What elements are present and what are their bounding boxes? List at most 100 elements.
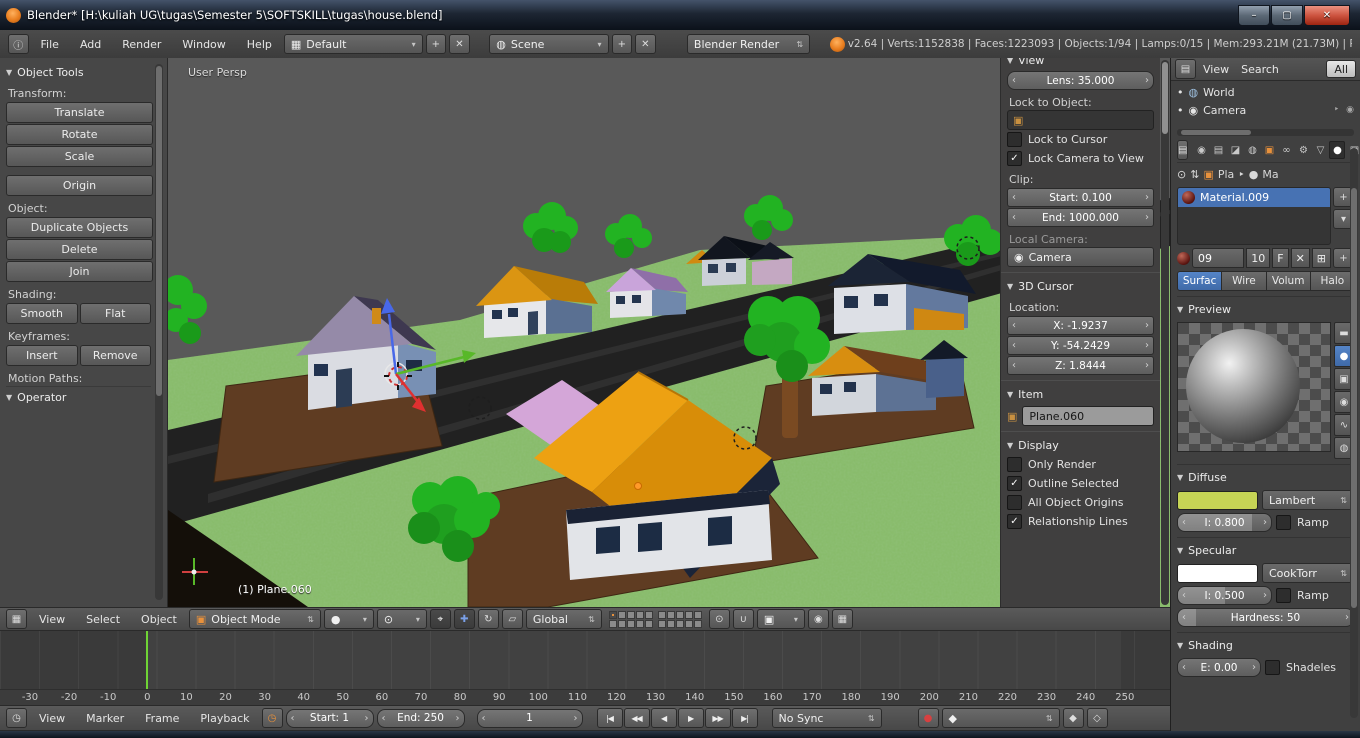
increment-arrow-icon[interactable]: › <box>1145 317 1149 334</box>
menu-help[interactable]: Help <box>238 35 281 54</box>
breadcrumb-object[interactable]: Pla <box>1218 168 1234 181</box>
emit-slider[interactable]: E: 0.00 ‹ › <box>1177 658 1261 677</box>
lock-camera-checkbox[interactable]: ✓ <box>1007 151 1022 166</box>
remove-keyframe-button[interactable]: Remove <box>79 345 151 366</box>
hardness-slider[interactable]: Hardness: 50 ‹ › <box>1177 608 1354 627</box>
layer-cell[interactable] <box>617 610 626 619</box>
layer-cell[interactable] <box>635 610 644 619</box>
menu-add[interactable]: Add <box>71 35 110 54</box>
transport-button[interactable]: ▶▶ <box>704 708 731 728</box>
scene-selector[interactable]: ◍ Scene ▾ <box>489 34 609 54</box>
editor-type-properties-icon[interactable]: ▤ <box>1177 140 1189 160</box>
tab-modifiers-icon[interactable]: ⚙ <box>1295 141 1311 159</box>
lock-camera-row[interactable]: ✓ Lock Camera to View <box>1007 149 1154 168</box>
decrement-arrow-icon[interactable]: ‹ <box>291 710 295 727</box>
current-frame-indicator[interactable] <box>146 631 148 689</box>
layer-cell[interactable] <box>693 610 702 619</box>
decrement-arrow-icon[interactable]: ‹ <box>1012 317 1016 334</box>
insert-keyframe-button[interactable]: Insert <box>6 345 78 366</box>
expand-dot-icon[interactable]: • <box>1177 86 1184 99</box>
snap-magnet-icon[interactable]: ∪ <box>732 609 754 629</box>
delete-button[interactable]: Delete <box>6 239 153 260</box>
transport-button[interactable]: ◀ <box>650 708 677 728</box>
increment-arrow-icon[interactable]: › <box>1145 337 1149 354</box>
editor-type-3dview-icon[interactable]: ▦ <box>6 609 27 629</box>
increment-arrow-icon[interactable]: › <box>1263 514 1267 531</box>
fake-user-button[interactable]: F <box>1272 248 1289 268</box>
diffuse-color-swatch[interactable] <box>1177 490 1258 510</box>
lock-to-scene-icon[interactable]: ⊙ <box>708 609 730 629</box>
decrement-arrow-icon[interactable]: ‹ <box>1182 609 1186 626</box>
layer-cell[interactable] <box>608 610 617 619</box>
all-object-origins-checkbox[interactable] <box>1007 495 1022 510</box>
decrement-arrow-icon[interactable]: ‹ <box>1012 72 1016 89</box>
surface-type-button[interactable]: Surfac <box>1177 271 1223 291</box>
snap-element-selector[interactable]: ▣ ▾ <box>756 609 805 629</box>
cursor-z-field[interactable]: Z: 1.8444 ‹ › <box>1007 356 1154 375</box>
origin-button[interactable]: Origin <box>6 175 153 196</box>
wire-type-button[interactable]: Wire <box>1221 271 1267 291</box>
menu-search[interactable]: Search <box>1236 60 1284 79</box>
tab-world-icon[interactable]: ◍ <box>1244 141 1260 159</box>
keying-set-selector[interactable]: ◆ ⇅ <box>941 708 1060 728</box>
transport-button[interactable]: ▶ <box>677 708 704 728</box>
tab-render-layers-icon[interactable]: ▤ <box>1210 141 1226 159</box>
layer-cell[interactable] <box>626 619 635 628</box>
decrement-arrow-icon[interactable]: ‹ <box>1182 659 1186 676</box>
screen-layout-selector[interactable]: ▦ Default ▾ <box>283 34 423 54</box>
menu-select[interactable]: Select <box>77 610 129 629</box>
item-name-field[interactable]: Plane.060 <box>1022 406 1154 426</box>
layer-cell[interactable] <box>635 619 644 628</box>
layer-cell[interactable] <box>693 619 702 628</box>
decrement-arrow-icon[interactable]: ‹ <box>1012 209 1016 226</box>
view-panel-header[interactable]: ▼ View <box>1007 58 1154 70</box>
increment-arrow-icon[interactable]: › <box>1145 209 1149 226</box>
close-button[interactable]: ✕ <box>1304 4 1350 26</box>
rotate-manipulator-icon[interactable]: ↻ <box>477 609 499 629</box>
object-tools-panel-header[interactable]: ▼ Object Tools <box>6 62 151 82</box>
operator-panel-header[interactable]: ▼ Operator <box>6 386 151 407</box>
menu-view[interactable]: View <box>1198 60 1234 79</box>
unlink-button[interactable]: ✕ <box>1290 248 1310 268</box>
display-panel-header[interactable]: ▼ Display <box>1007 435 1154 455</box>
tab-constraints-icon[interactable]: ∞ <box>1278 141 1294 159</box>
local-camera-field[interactable]: ◉ Camera <box>1007 247 1154 267</box>
shading-panel-header[interactable]: ▼ Shading <box>1177 635 1354 655</box>
layer-cell[interactable] <box>644 610 653 619</box>
menu-object[interactable]: Object <box>132 610 186 629</box>
material-slot-row[interactable]: Material.009 <box>1178 188 1330 207</box>
lock-to-cursor-checkbox[interactable] <box>1007 132 1022 147</box>
layer-cell[interactable] <box>666 610 675 619</box>
minimize-button[interactable]: – <box>1238 4 1270 26</box>
halo-type-button[interactable]: Halo <box>1309 271 1355 291</box>
cursor-y-field[interactable]: Y: -54.2429 ‹ › <box>1007 336 1154 355</box>
expand-dot-icon[interactable]: • <box>1177 104 1184 117</box>
only-render-checkbox[interactable] <box>1007 457 1022 472</box>
menu-playback[interactable]: Playback <box>191 709 258 728</box>
diffuse-ramp-checkbox[interactable] <box>1276 515 1291 530</box>
decrement-arrow-icon[interactable]: ‹ <box>382 710 386 727</box>
viewport-3d[interactable]: User Persp (1) Plane.060 ▼ View Lens: 35… <box>168 58 1170 607</box>
layer-cell[interactable] <box>657 610 666 619</box>
material-slot-list[interactable]: Material.009 <box>1177 187 1331 245</box>
selectable-toggle-icon[interactable]: ‣ <box>1334 105 1339 115</box>
editor-type-outliner-icon[interactable]: ▤ <box>1175 59 1196 79</box>
pin-icon[interactable]: ⊙ <box>1177 168 1186 181</box>
translate-manipulator-icon[interactable]: ✚ <box>453 609 475 629</box>
viewport-shading-selector[interactable]: ● ▾ <box>323 609 374 629</box>
join-button[interactable]: Join <box>6 261 153 282</box>
menu-frame[interactable]: Frame <box>136 709 188 728</box>
tab-object-icon[interactable]: ▣ <box>1261 141 1277 159</box>
add-layout-button[interactable]: + <box>425 34 447 54</box>
specular-ramp-checkbox[interactable] <box>1276 588 1291 603</box>
outliner-item-world[interactable]: • ◍ World <box>1177 83 1354 101</box>
layer-cell[interactable] <box>617 619 626 628</box>
layer-cell[interactable] <box>626 610 635 619</box>
menu-window[interactable]: Window <box>173 35 234 54</box>
decrement-arrow-icon[interactable]: ‹ <box>1182 587 1186 604</box>
increment-arrow-icon[interactable]: › <box>456 710 460 727</box>
layer-cell[interactable] <box>666 619 675 628</box>
viewport-scrollbar[interactable] <box>1161 60 1169 605</box>
smooth-button[interactable]: Smooth <box>6 303 78 324</box>
increment-arrow-icon[interactable]: › <box>1145 72 1149 89</box>
